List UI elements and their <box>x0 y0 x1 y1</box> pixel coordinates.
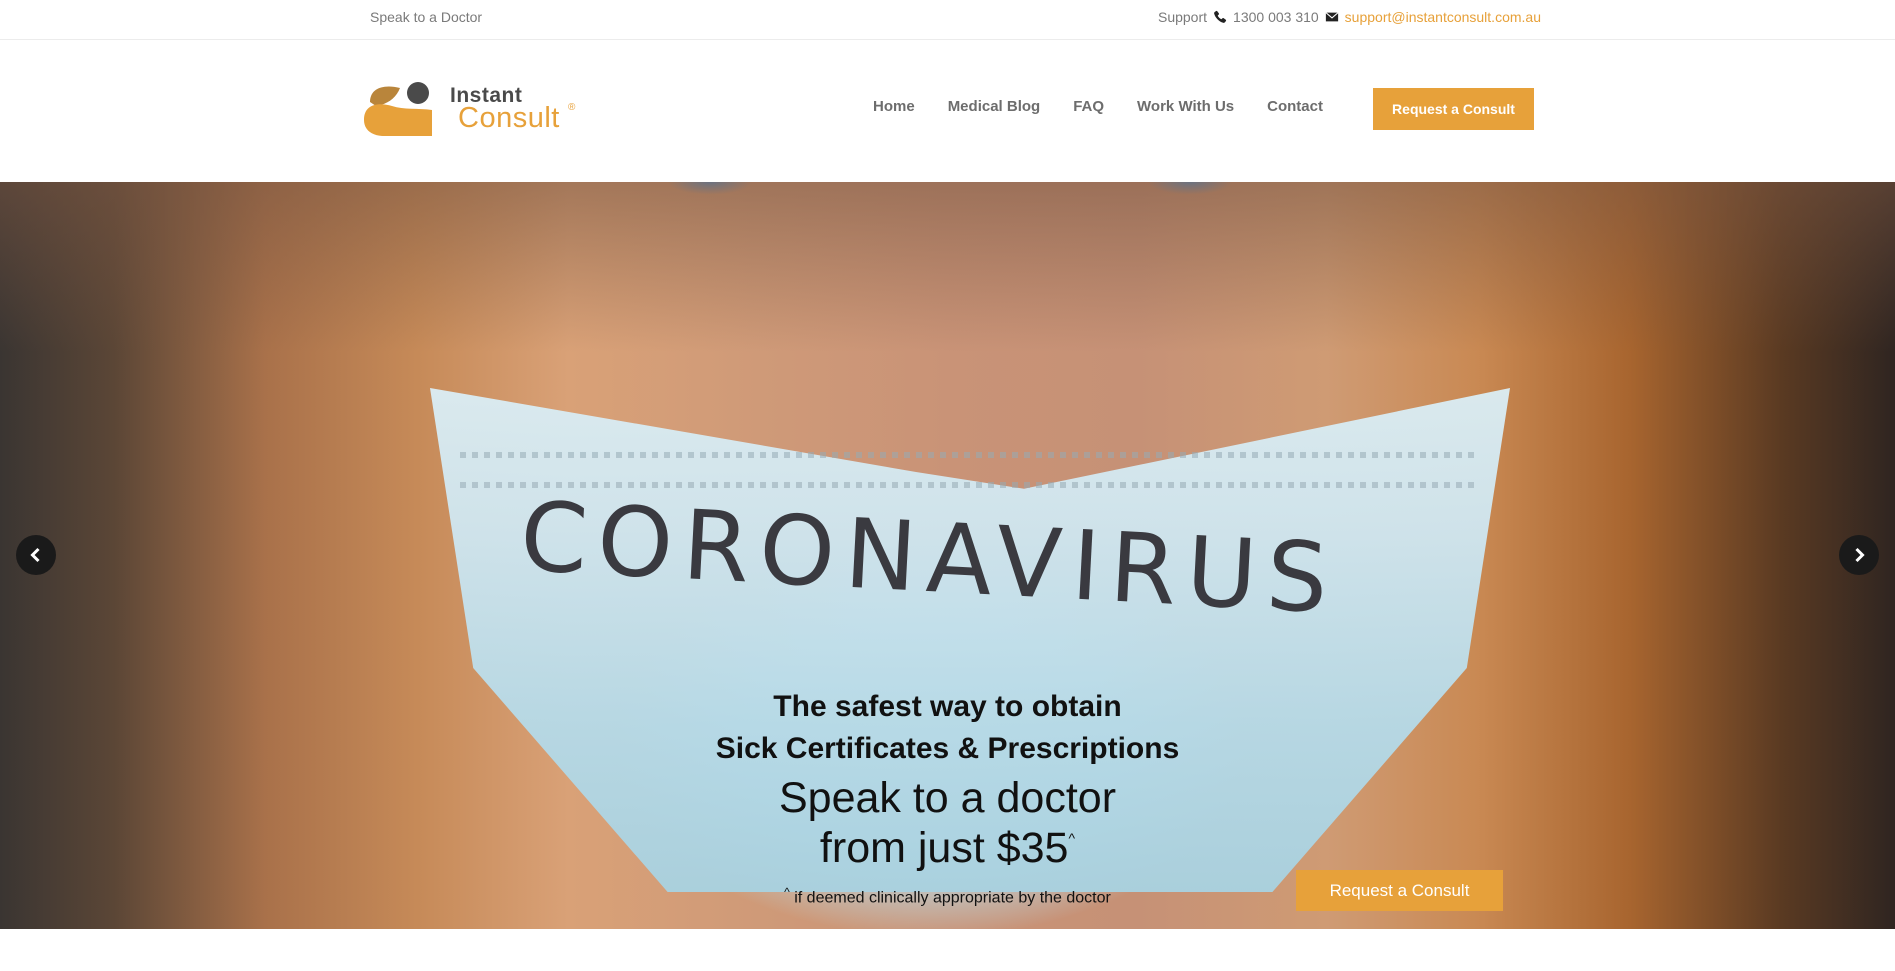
logo-registered-mark: ® <box>568 102 576 113</box>
phone-number[interactable]: 1300 003 310 <box>1233 9 1319 25</box>
slider-prev-button[interactable] <box>16 535 56 575</box>
hero-footnote: ^ if deemed clinically appropriate by th… <box>0 885 1895 907</box>
footnote-text: if deemed clinically appropriate by the … <box>794 889 1111 907</box>
hero-headline-line1: The safest way to obtain <box>773 690 1122 723</box>
nav-work-with-us[interactable]: Work With Us <box>1137 98 1234 115</box>
hero-subhead-line1: Speak to a doctor <box>778 774 1117 822</box>
footnote-caret: ^ <box>784 885 790 899</box>
support-email-link[interactable]: support@instantconsult.com.au <box>1345 9 1541 25</box>
speak-to-doctor-text: Speak to a Doctor <box>370 9 483 25</box>
hero-subhead-line2: from just $35^ <box>0 824 1895 873</box>
hero-price-caret: ^ <box>1068 830 1076 846</box>
nav-faq[interactable]: FAQ <box>1073 98 1104 115</box>
main-nav: Home Medical Blog FAQ Work With Us Conta… <box>873 98 1323 115</box>
support-contact: Support 1300 003 310 support@instantcons… <box>1158 9 1541 25</box>
slider-next-button[interactable] <box>1839 535 1879 575</box>
hero-price-text: from just $35 <box>819 824 1069 872</box>
hero-slider: CORONAVIRUS The safest way to obtain Sic… <box>0 182 1895 929</box>
support-label: Support <box>1157 9 1208 25</box>
nav-contact[interactable]: Contact <box>1267 98 1323 115</box>
mask-fold-line <box>460 452 1480 458</box>
logo-name-line2: Consult <box>458 102 560 134</box>
envelope-icon <box>1325 10 1339 24</box>
page-bottom-area <box>0 929 1895 971</box>
phone-icon <box>1213 10 1227 24</box>
chevron-right-icon <box>1855 547 1865 563</box>
site-header: Instant Consult ® Home Medical Blog FAQ … <box>0 40 1895 182</box>
hero-image-shade <box>0 182 1895 352</box>
hero-image-eyes <box>640 182 1260 202</box>
request-consult-header-button[interactable]: Request a Consult <box>1373 88 1534 130</box>
request-consult-hero-button[interactable]: Request a Consult <box>1296 870 1503 911</box>
nav-medical-blog[interactable]: Medical Blog <box>948 98 1041 115</box>
instant-consult-logo[interactable]: Instant Consult ® <box>362 80 582 140</box>
logo-mark-icon <box>364 82 432 136</box>
chevron-left-icon <box>30 547 40 563</box>
hero-headline-line2: Sick Certificates & Prescriptions <box>715 732 1180 765</box>
top-utility-bar: Speak to a Doctor Support 1300 003 310 s… <box>0 0 1895 40</box>
nav-home[interactable]: Home <box>873 98 915 115</box>
